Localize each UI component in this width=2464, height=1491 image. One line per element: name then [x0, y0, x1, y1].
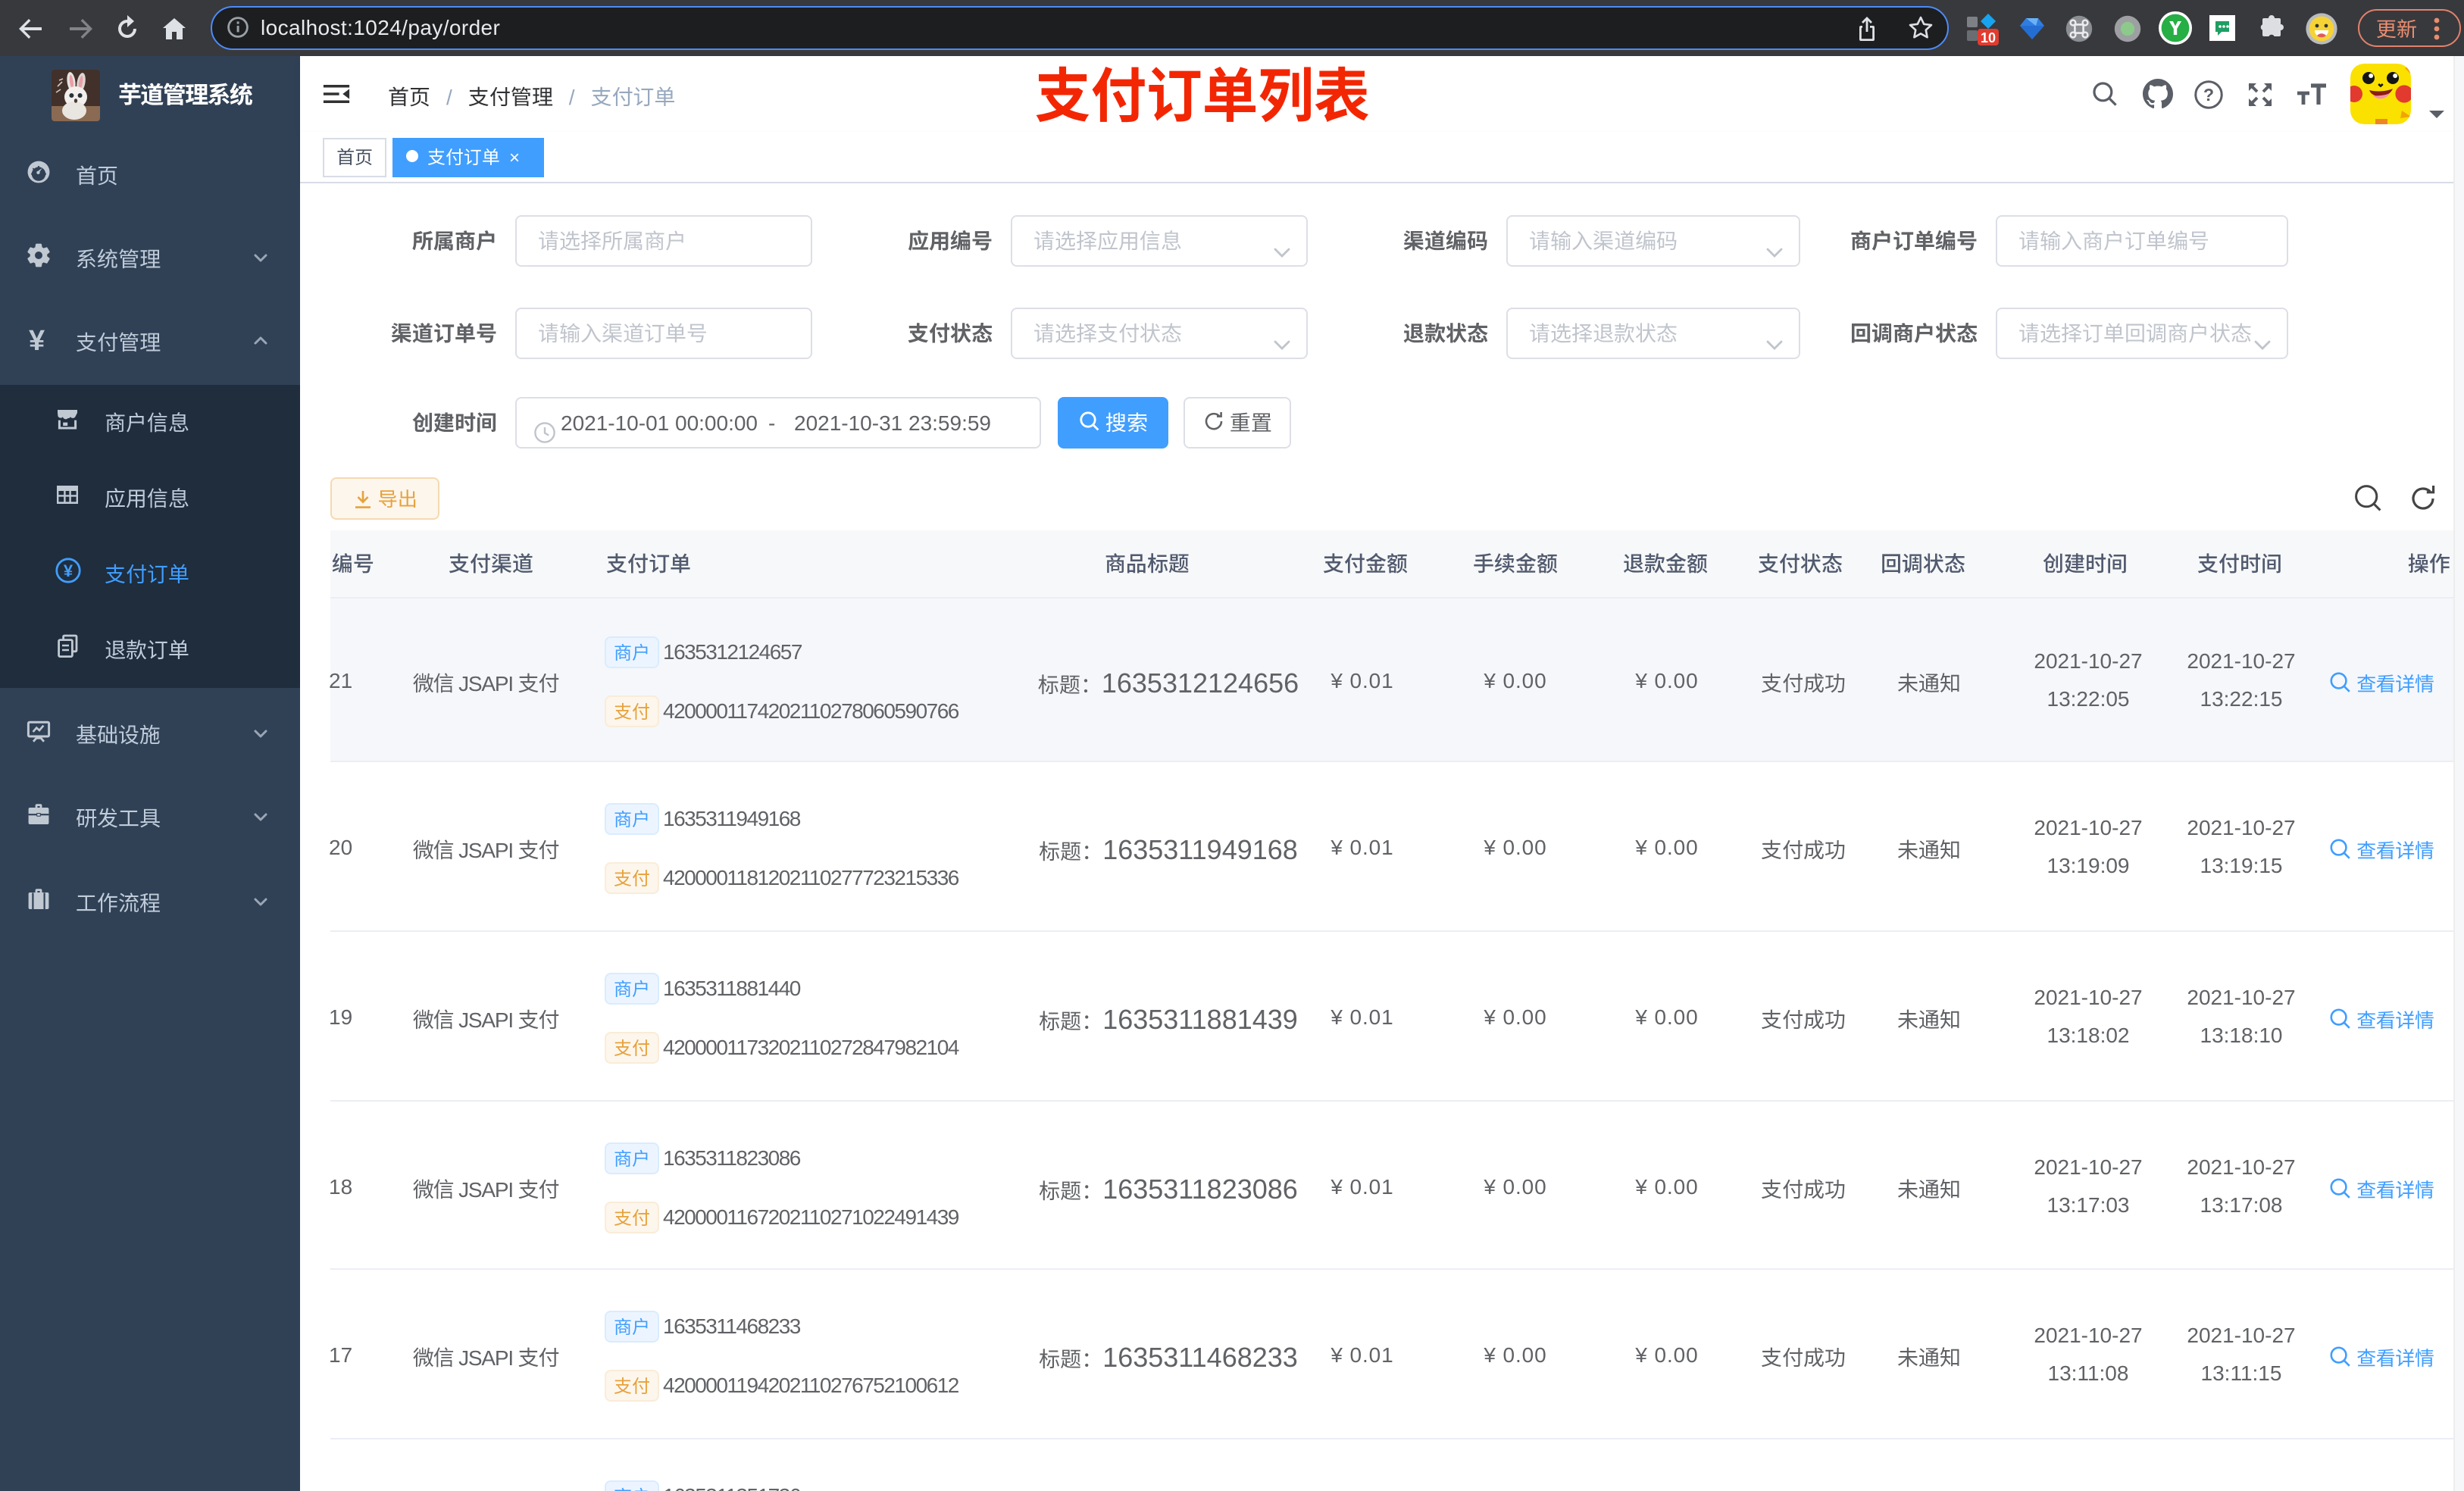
svg-text:¥: ¥ — [64, 561, 73, 580]
svg-text:10: 10 — [1981, 30, 1996, 45]
svg-text:?: ? — [2203, 84, 2213, 104]
